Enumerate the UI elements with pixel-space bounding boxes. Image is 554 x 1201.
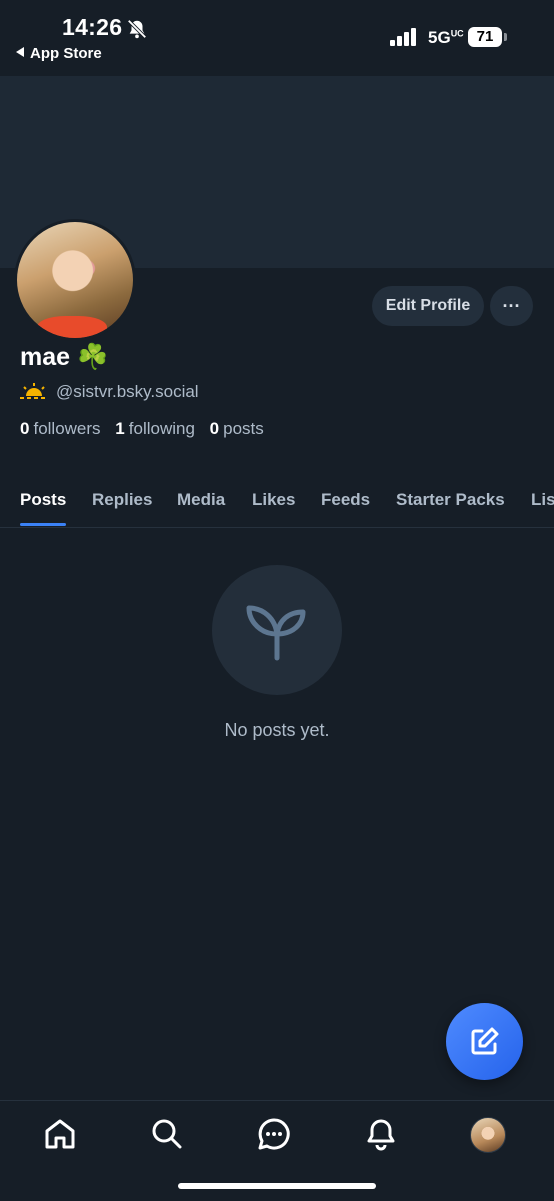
handle: @sistvr.bsky.social — [56, 382, 199, 401]
home-indicator — [178, 1183, 376, 1189]
handle-row: @sistvr.bsky.social — [20, 382, 199, 402]
status-bar: 14:26 App Store 5GUC 71 — [0, 0, 554, 76]
edit-profile-button[interactable]: Edit Profile — [372, 286, 484, 326]
back-label: App Store — [30, 45, 102, 62]
followers-label: followers — [33, 419, 101, 438]
battery-level: 71 — [476, 28, 494, 45]
tab-replies[interactable]: Replies — [92, 490, 152, 510]
back-to-app-store[interactable]: App Store — [16, 45, 102, 62]
network-indicator: 5GUC — [428, 28, 464, 48]
back-arrow-icon — [16, 47, 24, 57]
tab-posts[interactable]: Posts — [20, 490, 66, 510]
profile-tab-avatar[interactable] — [470, 1117, 506, 1153]
following-label: following — [128, 419, 195, 438]
display-name: mae ☘️ — [20, 343, 109, 371]
bell-muted-icon — [127, 19, 147, 39]
search-icon[interactable] — [150, 1117, 184, 1151]
tab-feeds[interactable]: Feeds — [321, 490, 370, 510]
tab-lists[interactable]: Lists — [531, 490, 554, 510]
followers-stat[interactable]: 0 followers — [20, 419, 101, 438]
active-tab-indicator — [20, 523, 66, 526]
tab-media[interactable]: Media — [177, 490, 225, 510]
battery-icon: 71 — [468, 27, 502, 47]
compose-button[interactable] — [446, 1003, 523, 1080]
empty-state-text: No posts yet. — [224, 720, 330, 740]
chat-icon[interactable] — [257, 1117, 291, 1151]
tab-likes[interactable]: Likes — [252, 490, 295, 510]
compose-icon — [471, 1027, 499, 1055]
empty-state-icon-bg — [212, 565, 342, 695]
signal-icon — [390, 28, 416, 46]
status-time: 14:26 — [62, 14, 123, 40]
profile-tabs: Posts Replies Media Likes Feeds Starter … — [0, 480, 554, 528]
profile-avatar[interactable] — [14, 219, 136, 341]
network-label: 5G — [428, 28, 451, 47]
sunrise-icon — [20, 383, 48, 399]
home-icon[interactable] — [43, 1117, 77, 1151]
following-stat[interactable]: 1 following — [115, 419, 195, 438]
tab-starter-packs[interactable]: Starter Packs — [396, 490, 505, 510]
posts-stat: 0 posts — [210, 419, 264, 438]
battery-tip — [504, 33, 507, 41]
profile-stats: 0 followers 1 following 0 posts — [20, 419, 274, 439]
notifications-bell-icon[interactable] — [364, 1117, 398, 1151]
followers-count: 0 — [20, 419, 30, 438]
posts-count: 0 — [209, 419, 220, 438]
seedling-icon — [246, 605, 306, 661]
following-count: 1 — [115, 419, 125, 438]
avatar-shirt — [37, 316, 107, 338]
posts-label: posts — [223, 419, 264, 438]
more-options-button[interactable]: ··· — [490, 286, 533, 326]
network-suffix: UC — [450, 28, 464, 39]
